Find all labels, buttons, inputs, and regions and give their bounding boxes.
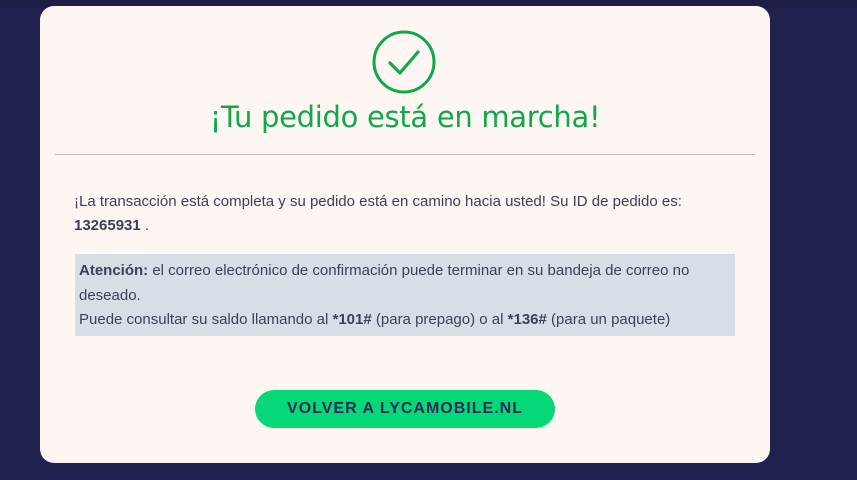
confirmation-card: ¡Tu pedido está en marcha! ¡La transacci… (40, 6, 770, 463)
notice-line2-prefix: Puede consultar su saldo llamando al (79, 311, 333, 328)
divider (55, 154, 755, 155)
order-message-text: ¡La transacción está completa y su pedid… (74, 193, 682, 210)
notice-line2-suffix: (para un paquete) (546, 311, 671, 328)
order-id: 13265931 (74, 217, 141, 234)
order-id-suffix: . (140, 217, 150, 234)
code-prepaid: *101# (332, 311, 372, 328)
page-title: ¡Tu pedido está en marcha! (209, 100, 601, 134)
notice-label: Atención: (79, 262, 149, 279)
notice-line2-mid: (para prepago) o al (371, 311, 508, 328)
code-package: *136# (507, 311, 547, 328)
back-to-lycamobile-button[interactable]: VOLVER A LYCAMOBILE.NL (255, 390, 555, 428)
attention-notice: Atención: el correo electrónico de confi… (75, 254, 735, 336)
notice-line1: el correo electrónico de confirmación pu… (79, 262, 690, 304)
check-circle-icon (372, 30, 436, 94)
order-message: ¡La transacción está completa y su pedid… (74, 190, 734, 238)
